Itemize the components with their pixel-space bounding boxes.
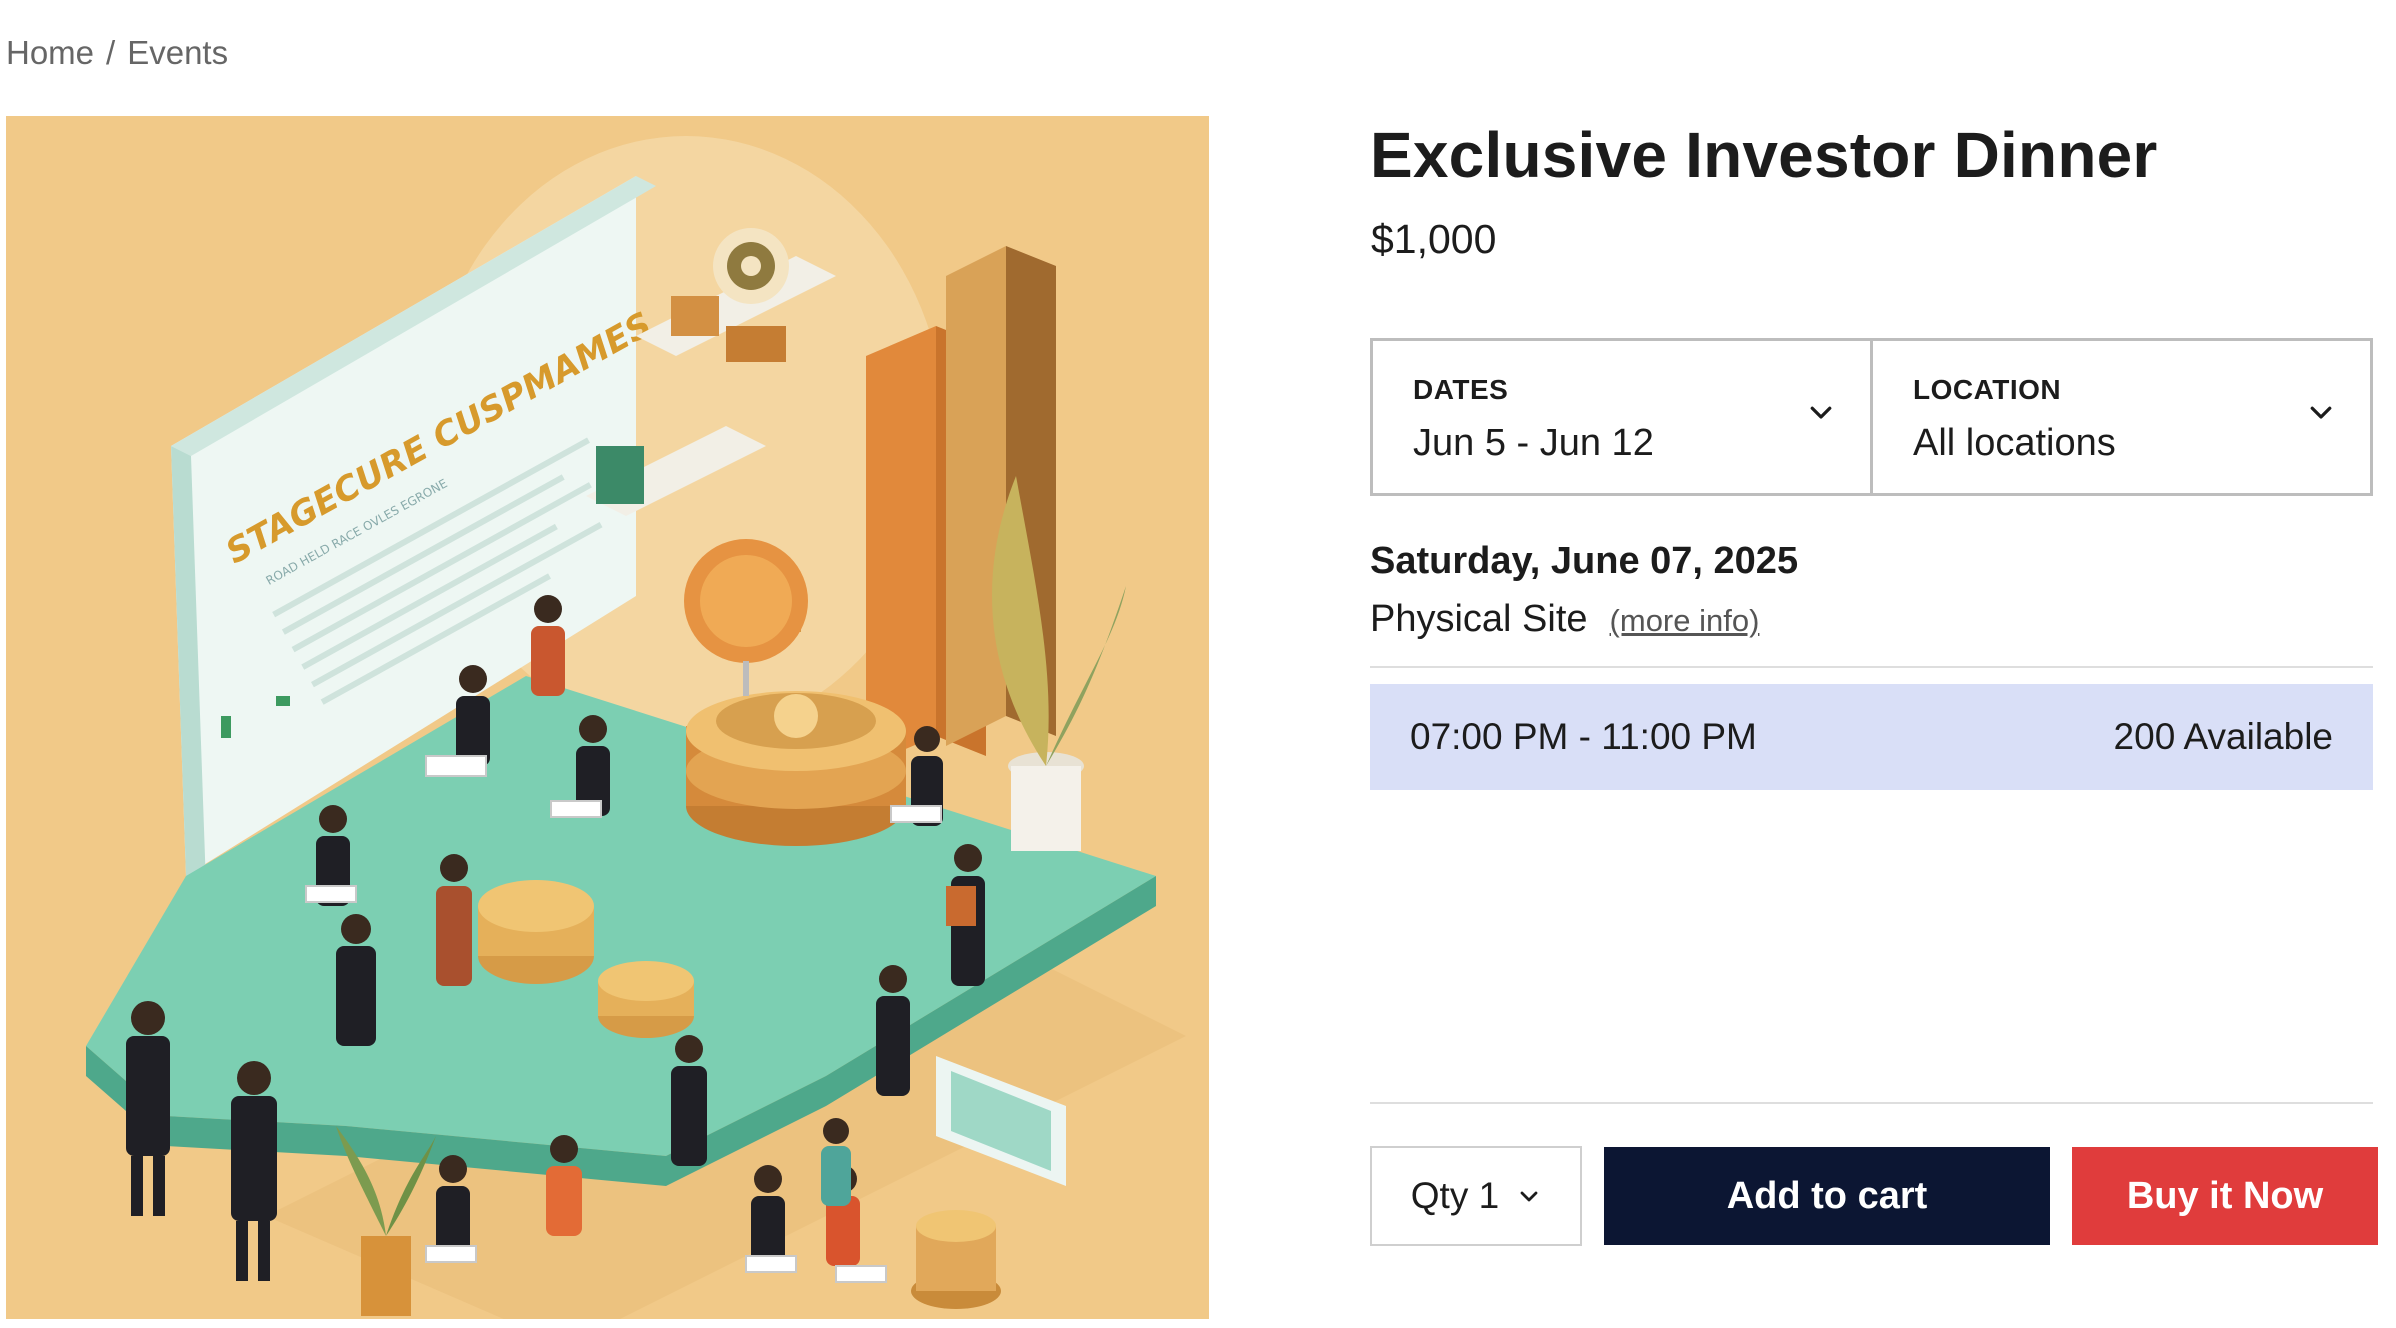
purchase-actions: Qty 1 Add to cart Buy it Now	[1370, 1146, 2378, 1246]
event-illustration: STAGECURE CUSPMAMES ROAD HELD RACE OVLES…	[6, 116, 1209, 1319]
time-slot-availability: 200 Available	[2113, 716, 2333, 757]
product-price: $1,000	[1371, 216, 1497, 262]
filter-selectors: DATES Jun 5 - Jun 12 LOCATION All locati…	[1370, 338, 2373, 496]
location-dropdown[interactable]: LOCATION All locations	[1870, 341, 2370, 493]
chevron-down-icon	[2310, 406, 2332, 419]
dates-dropdown[interactable]: DATES Jun 5 - Jun 12	[1373, 341, 1870, 493]
chevron-down-icon	[1810, 406, 1832, 419]
dates-value: Jun 5 - Jun 12	[1413, 422, 1654, 464]
divider	[1370, 1102, 2373, 1104]
time-slot-time: 07:00 PM - 11:00 PM	[1410, 716, 1757, 757]
breadcrumb-separator: /	[106, 34, 116, 71]
event-site-name: Physical Site	[1370, 598, 1588, 640]
quantity-selector[interactable]: Qty 1	[1370, 1146, 1582, 1246]
location-label: LOCATION	[1913, 374, 2062, 405]
quantity-label: Qty 1	[1410, 1175, 1500, 1216]
event-date-heading: Saturday, June 07, 2025	[1370, 540, 1799, 582]
time-slot-option[interactable]: 07:00 PM - 11:00 PM 200 Available	[1370, 684, 2373, 790]
breadcrumb-home-link[interactable]: Home	[6, 34, 94, 72]
breadcrumb: Home / Events	[6, 34, 228, 72]
product-title: Exclusive Investor Dinner	[1370, 119, 2158, 191]
add-to-cart-button[interactable]: Add to cart	[1604, 1147, 2050, 1245]
divider	[1370, 666, 2373, 668]
breadcrumb-events-link[interactable]: Events	[127, 34, 228, 72]
event-site-row: Physical Site (more info)	[1370, 598, 1759, 641]
illustration-image: STAGECURE CUSPMAMES ROAD HELD RACE OVLES…	[6, 116, 1209, 1319]
location-value: All locations	[1913, 422, 2116, 464]
more-info-link[interactable]: (more info)	[1610, 603, 1760, 639]
chevron-down-icon	[1520, 1191, 1538, 1202]
buy-now-button[interactable]: Buy it Now	[2072, 1147, 2378, 1245]
product-page: Home / Events STAGECURE CUSPMAMES ROAD H…	[0, 0, 2396, 1328]
dates-label: DATES	[1413, 374, 1509, 405]
